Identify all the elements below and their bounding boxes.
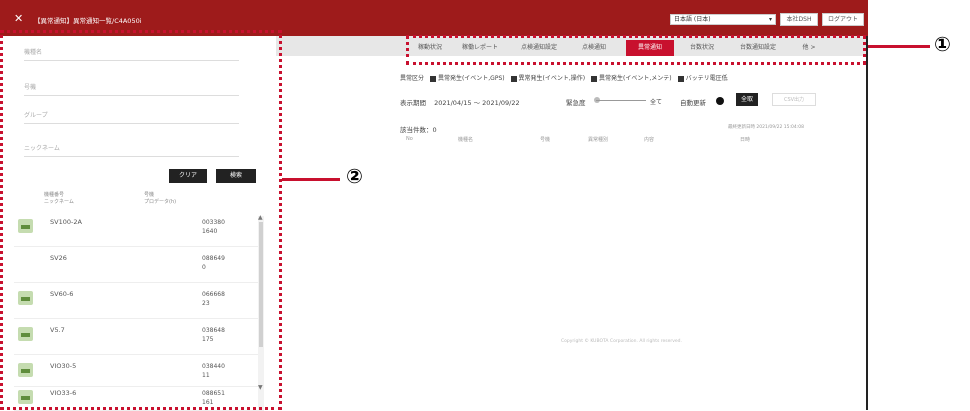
callout-line-2 [282,178,340,181]
checkbox[interactable] [510,75,517,82]
last-update: 最終更新日時 2021/09/22 15:04:08 [728,125,805,130]
period-label: 表示期間 [400,99,426,107]
chevron-down-icon: ▾ [768,16,772,23]
filter-label: 異常発生(イベント,操作) [518,75,586,82]
col-model: 機種名 [458,137,474,143]
csv-button[interactable]: CSV出力 [772,93,816,106]
col-no: No [406,136,413,142]
annotation-box-1 [406,35,866,65]
filter-label: 異常発生(イベント,メンテ) [599,75,672,82]
window-title: 【異常通知】異常通知一覧/C4A050i [34,17,142,25]
panel-border [866,36,868,410]
close-icon[interactable]: ✕ [14,13,23,24]
auto-update-toggle[interactable] [716,97,724,105]
col-type: 異常種別 [588,137,609,143]
filter-label: バッテリ電圧低 [685,75,728,82]
urgency-label: 緊急度 [566,99,586,107]
language-select[interactable]: 日本語 (日本) ▾ [670,14,776,25]
auto-update-label: 自動更新 [680,99,706,107]
filter-label: 異常発生(イベント,GPS) [437,75,505,82]
logout-button[interactable]: ログアウト [822,13,864,26]
annotation-box-2 [0,30,282,410]
checkbox[interactable] [429,75,436,82]
callout-number-1: ① [934,32,951,56]
callout-number-2: ② [346,164,363,188]
callout-line-1 [868,45,930,48]
copyright-footer: Copyright © KUBOTA Corporation. All righ… [561,339,682,344]
col-date: 日時 [740,137,751,143]
category-label: 異常区分 [400,75,425,82]
col-serial: 号機 [540,137,551,143]
category-filters: 異常区分 異常発生(イベント,GPS) 異常発生(イベント,操作) 異常発生(イ… [400,73,728,82]
checkbox[interactable] [591,75,598,82]
result-count: 該当件数：0 [400,124,437,134]
urgency-max: 全て [650,99,663,106]
count-value: 0 [432,126,437,134]
main-content: 異常区分 異常発生(イベント,GPS) 異常発生(イベント,操作) 異常発生(イ… [276,56,866,410]
language-select-value: 日本語 (日本) [674,16,711,23]
header-button-home[interactable]: 本社DSH [780,13,818,26]
all-button[interactable]: 全取 [736,93,758,106]
col-content: 内容 [644,137,655,143]
checkbox[interactable] [677,75,684,82]
urgency-slider[interactable] [596,100,646,101]
count-label: 該当件数： [400,126,433,134]
period-row: 表示期間 2021/04/15 ～ 2021/09/22 [400,97,520,107]
period-value[interactable]: 2021/04/15 ～ 2021/09/22 [434,99,520,107]
